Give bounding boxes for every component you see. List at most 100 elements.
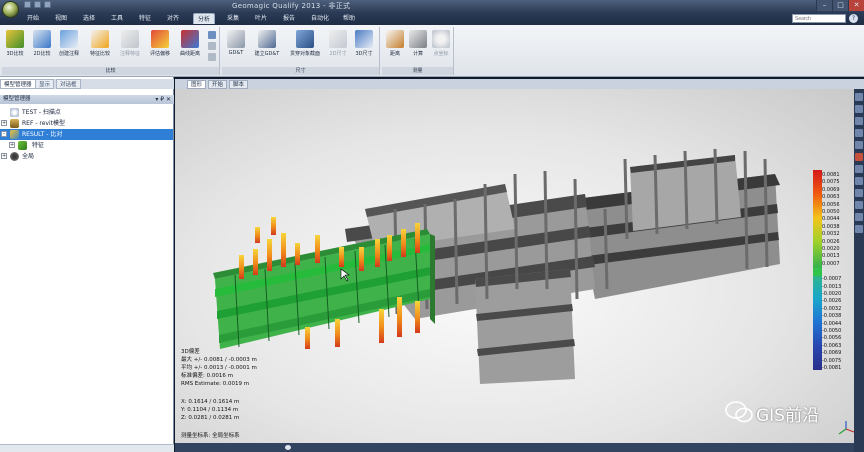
stats-z: Z: 0.0281 / 0.0281 m <box>181 415 240 421</box>
panel-scrollbar[interactable] <box>0 444 174 452</box>
tab-automation[interactable]: 自动化 <box>308 13 332 24</box>
tab-features[interactable]: 特征 <box>136 13 154 24</box>
small-tool-icon[interactable] <box>208 42 216 50</box>
tab-view[interactable]: 视图 <box>52 13 70 24</box>
view-icon[interactable] <box>855 141 863 149</box>
close-button[interactable]: ✕ <box>848 0 864 11</box>
through-section-button[interactable]: 贯穿对象截面 <box>286 30 324 57</box>
tab-capture[interactable]: 采集 <box>224 13 242 24</box>
viewport-scrollbar[interactable] <box>175 443 854 452</box>
3d-dimension-button[interactable]: 3D尺寸 <box>352 30 376 57</box>
calculate-button[interactable]: 计算 <box>408 30 428 57</box>
panel-controls[interactable]: ▾ ₽ ✕ <box>155 95 171 104</box>
scrollbar-thumb[interactable] <box>285 445 291 450</box>
gdt-button[interactable]: GD&T <box>224 30 248 56</box>
app-menu-button[interactable] <box>2 1 19 18</box>
view-icon[interactable] <box>855 93 863 101</box>
evaluate-offset-button[interactable]: 评估偏移 <box>146 30 174 57</box>
redo-quick-icon[interactable] <box>44 1 51 8</box>
window-title: Geomagic Qualify 2013 - 非正式 <box>232 2 351 10</box>
tab-script[interactable]: 脚本 <box>229 80 249 89</box>
help-icon[interactable]: ? <box>849 14 858 23</box>
color-bar-label: 0.0032 <box>822 231 840 238</box>
view-icon[interactable] <box>855 105 863 113</box>
view-icon[interactable] <box>855 213 863 221</box>
tab-align[interactable]: 对齐 <box>164 13 182 24</box>
build-gdt-icon <box>258 30 276 48</box>
build-gdt-button[interactable]: 建立GD&T <box>252 30 282 57</box>
collapse-icon[interactable]: – <box>1 131 7 137</box>
view-icon[interactable] <box>855 117 863 125</box>
tab-model-manager[interactable]: 模型管理器 <box>0 79 36 89</box>
group-label-dimension: 尺寸 <box>222 67 379 75</box>
color-bar-label: -0.0007 <box>822 276 842 283</box>
2d-compare-icon <box>33 30 51 48</box>
small-tool-icon[interactable] <box>208 31 216 39</box>
tab-select[interactable]: 选择 <box>80 13 98 24</box>
color-bar-label: 0.0026 <box>822 238 840 245</box>
save-quick-icon[interactable] <box>24 1 31 8</box>
color-bar-label: -0.0081 <box>822 365 842 371</box>
color-bar-label: 0.0038 <box>822 223 840 230</box>
axis-triad-icon <box>838 421 855 435</box>
tree-item-result[interactable]: – RESULT - 比对 <box>0 129 173 140</box>
curve-distance-button[interactable]: 曲线距离 <box>176 30 204 57</box>
minimize-button[interactable]: – <box>816 0 832 11</box>
tab-dialog[interactable]: 对话框 <box>56 79 81 89</box>
annotate-feature-button[interactable]: 注释特征 <box>116 30 144 57</box>
globe-icon <box>10 152 19 161</box>
search-input[interactable] <box>792 14 846 23</box>
maximize-button[interactable]: □ <box>832 0 848 11</box>
point-coordinate-button[interactable]: 点坐标 <box>430 30 452 57</box>
tree-item-features[interactable]: + 特征 <box>0 140 173 151</box>
view-icon[interactable] <box>855 153 863 161</box>
color-bar-label: 0.0063 <box>822 194 840 201</box>
color-bar-label: -0.0069 <box>822 350 842 357</box>
tree-item-global[interactable]: + 全局 <box>0 151 173 162</box>
comparison-result-block <box>213 217 435 349</box>
view-icon[interactable] <box>855 177 863 185</box>
color-bar-label: -0.0032 <box>822 305 842 312</box>
feature-icon <box>18 141 27 150</box>
title-bar: Geomagic Qualify 2013 - 非正式 – □ ✕ <box>0 0 864 12</box>
3d-compare-button[interactable]: 3D比较 <box>2 30 28 57</box>
view-icon[interactable] <box>855 225 863 233</box>
color-bar-label: -0.0063 <box>822 342 842 349</box>
app-window: Geomagic Qualify 2013 - 非正式 – □ ✕ 开始 视图 … <box>0 0 864 452</box>
view-icon[interactable] <box>855 201 863 209</box>
tab-start-page[interactable]: 开始 <box>208 80 228 89</box>
feature-compare-button[interactable]: 特征比较 <box>86 30 114 57</box>
view-icon[interactable] <box>855 189 863 197</box>
tab-display[interactable]: 显示 <box>35 79 55 89</box>
tab-graphics[interactable]: 图形 <box>187 80 207 89</box>
crosshair-icon <box>432 30 450 48</box>
3d-dimension-icon <box>355 30 373 48</box>
3d-viewport[interactable] <box>175 89 854 452</box>
expand-icon[interactable]: + <box>9 142 15 148</box>
expand-icon[interactable]: + <box>1 153 7 159</box>
model-manager-panel: 模型管理器 显示 对话框 模型管理器 ▾ ₽ ✕ TEST - 扫描点 + RE… <box>0 77 174 452</box>
distance-button[interactable]: 距离 <box>384 30 406 57</box>
tab-blade[interactable]: 叶片 <box>252 13 270 24</box>
tab-help[interactable]: 帮助 <box>340 13 358 24</box>
section-icon <box>296 30 314 48</box>
view-icon[interactable] <box>855 129 863 137</box>
undo-quick-icon[interactable] <box>34 1 41 8</box>
tab-tools[interactable]: 工具 <box>108 13 126 24</box>
tab-report[interactable]: 报告 <box>280 13 298 24</box>
building-model-render <box>213 148 780 384</box>
mesh-icon <box>10 119 19 128</box>
small-tool-icon[interactable] <box>208 53 216 61</box>
color-bar-label: -0.0038 <box>822 313 842 320</box>
point-cloud-icon <box>10 108 19 117</box>
2d-dimension-button[interactable]: 2D尺寸 <box>326 30 350 57</box>
view-icon[interactable] <box>855 165 863 173</box>
tree-item-test[interactable]: TEST - 扫描点 <box>0 107 173 118</box>
tree-item-ref[interactable]: + REF - revit模型 <box>0 118 173 129</box>
tab-start[interactable]: 开始 <box>24 13 42 24</box>
2d-compare-button[interactable]: 2D比较 <box>30 30 54 57</box>
create-annotation-button[interactable]: 创建注释 <box>56 30 82 57</box>
expand-icon[interactable]: + <box>1 120 7 126</box>
ribbon-group-compare: 3D比较 2D比较 创建注释 特征比较 注释特征 评估偏移 曲线距离 比较 <box>2 27 220 75</box>
tab-analysis[interactable]: 分析 <box>193 13 215 24</box>
